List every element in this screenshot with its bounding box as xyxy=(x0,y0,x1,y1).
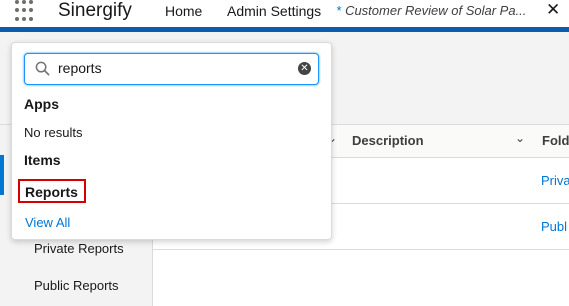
view-all-link[interactable]: View All xyxy=(25,215,70,230)
sidebar-selected-indicator xyxy=(0,155,4,195)
search-result-label: Reports xyxy=(25,184,78,200)
nav-item-admin-settings[interactable]: Admin Settings xyxy=(227,2,321,20)
sidebar-item-private-reports[interactable]: Private Reports xyxy=(34,241,124,256)
sidebar-item-public-reports[interactable]: Public Reports xyxy=(34,278,119,293)
search-input[interactable]: reports ✕ xyxy=(24,53,319,85)
clear-search-icon[interactable]: ✕ xyxy=(298,62,311,75)
unsaved-indicator: * xyxy=(336,3,342,18)
app-launcher-icon[interactable] xyxy=(15,0,37,22)
app-launcher-panel: reports ✕ Apps No results Items Reports … xyxy=(11,42,332,240)
nav-tab-active[interactable]: * Customer Review of Solar Pa... xyxy=(336,2,532,20)
chevron-down-icon[interactable]: ⌄ xyxy=(515,131,525,145)
column-header-description[interactable]: Description xyxy=(352,133,424,148)
search-input-value: reports xyxy=(58,60,102,76)
column-header-folder[interactable]: Folde xyxy=(542,133,569,148)
folder-link[interactable]: Publ xyxy=(541,219,567,234)
global-header: Sinergify Home Admin Settings * Customer … xyxy=(0,0,569,27)
apps-group-title: Apps xyxy=(24,96,59,112)
nav-item-home[interactable]: Home xyxy=(165,2,202,20)
items-group-title: Items xyxy=(24,152,61,168)
close-tab-icon[interactable]: ✕ xyxy=(546,0,560,20)
search-icon xyxy=(35,61,50,76)
folder-link[interactable]: Priva xyxy=(541,173,569,188)
apps-no-results: No results xyxy=(24,125,83,140)
app-name: Sinergify xyxy=(58,0,132,21)
nav-tab-label: Customer Review of Solar Pa... xyxy=(345,3,527,18)
search-result-reports[interactable]: Reports xyxy=(18,179,86,203)
